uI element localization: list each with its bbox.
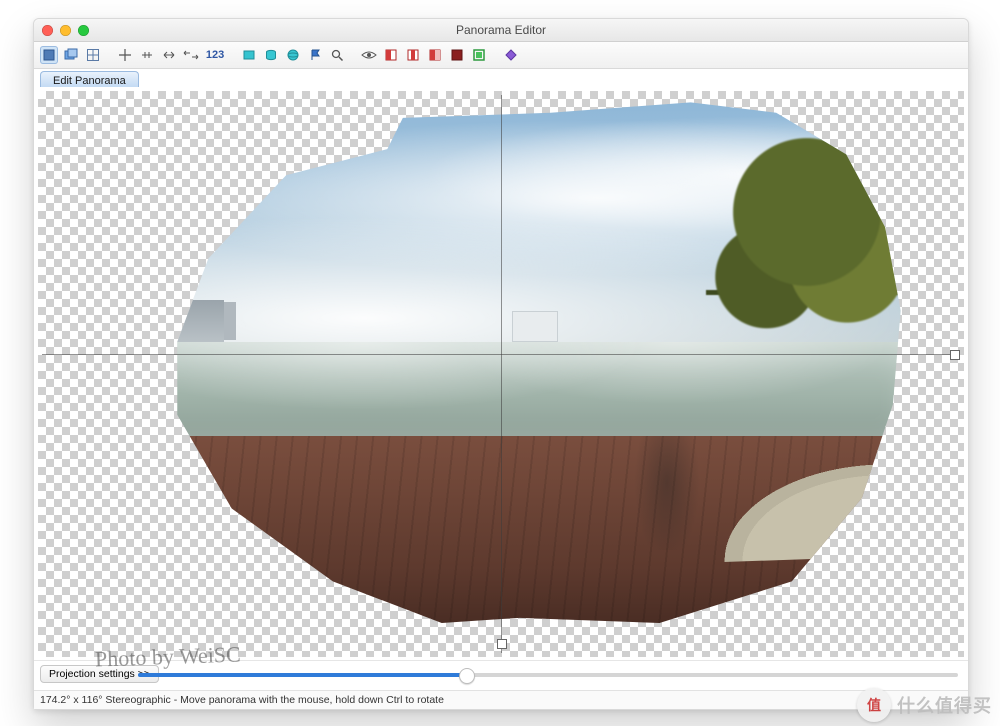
crop-green-icon[interactable]: [470, 46, 488, 64]
mask-red-center-icon[interactable]: [404, 46, 422, 64]
flag-blue-icon[interactable]: [306, 46, 324, 64]
zoom-icon[interactable]: [78, 25, 89, 36]
cylinder-icon[interactable]: [262, 46, 280, 64]
sphere-icon[interactable]: [284, 46, 302, 64]
crosshair-icon[interactable]: [116, 46, 134, 64]
minimize-icon[interactable]: [60, 25, 71, 36]
center-horizontal-icon[interactable]: [138, 46, 156, 64]
status-bar: 174.2° x 116° Stereographic - Move panor…: [34, 690, 968, 709]
toolbar: 123: [34, 42, 968, 69]
mask-split-icon[interactable]: [426, 46, 444, 64]
numeric-123-icon[interactable]: 123: [204, 46, 226, 64]
bottom-bar: Projection settings >> 174.2° x 116° Ste…: [34, 660, 968, 709]
watermark-badge: 值: [857, 688, 891, 722]
select-tool-icon[interactable]: [40, 46, 58, 64]
site-watermark: 值 什么值得买: [857, 688, 992, 722]
magnifier-icon[interactable]: [328, 46, 346, 64]
diamond-purple-icon[interactable]: [502, 46, 520, 64]
window-title: Panorama Editor: [34, 23, 968, 37]
fov-slider[interactable]: [138, 673, 958, 677]
transparency-background: [38, 91, 964, 657]
fov-slider-fill: [138, 673, 466, 677]
horizontal-guide: [42, 354, 960, 355]
mask-red-left-icon[interactable]: [382, 46, 400, 64]
mask-red-dark-icon[interactable]: [448, 46, 466, 64]
watermark-text: 什么值得买: [897, 692, 992, 718]
panorama-canvas[interactable]: [34, 87, 968, 661]
grid-icon[interactable]: [84, 46, 102, 64]
close-icon[interactable]: [42, 25, 53, 36]
vertical-guide: [501, 95, 502, 653]
fov-slider-thumb[interactable]: [459, 668, 475, 684]
arrows-horizontal-icon[interactable]: [160, 46, 178, 64]
titlebar: Panorama Editor: [34, 19, 968, 42]
rectangle-cyan-icon[interactable]: [240, 46, 258, 64]
app-window: Panorama Editor: [33, 18, 969, 710]
eye-icon[interactable]: [360, 46, 378, 64]
window-controls: [42, 25, 89, 36]
center-handle[interactable]: [497, 639, 507, 649]
layers-icon[interactable]: [62, 46, 80, 64]
right-handle[interactable]: [950, 350, 960, 360]
double-arrows-horizontal-icon[interactable]: [182, 46, 200, 64]
